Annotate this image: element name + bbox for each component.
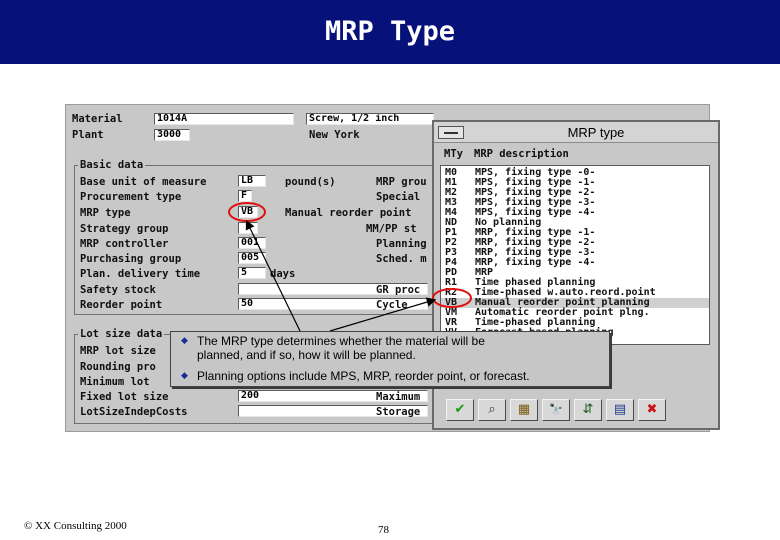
plan-delivery-time-field[interactable]: 5 [238, 267, 266, 279]
popup-title: MRP type [567, 125, 625, 140]
gr-processing-label: GR proc [376, 284, 421, 296]
purchasing-group-field[interactable]: 005 [238, 252, 266, 264]
bullet-icon: ◆ [181, 336, 188, 346]
mrp-type-list[interactable]: M0 MPS, fixing type -0- M1 MPS, fixing typ… [440, 165, 710, 345]
table-icon[interactable]: ▦ [510, 399, 538, 421]
material-field[interactable]: 1014A [154, 113, 294, 125]
vb-item-highlight [432, 288, 472, 308]
procurement-type-field[interactable]: F [238, 190, 252, 202]
print-icon[interactable]: ▤ [606, 399, 634, 421]
base-uom-label: Base unit of measure [80, 176, 207, 188]
lot-size-title: Lot size data [78, 328, 165, 340]
binoculars-icon[interactable]: 🔭 [542, 399, 570, 421]
find-icon[interactable]: ⌕ [478, 399, 506, 421]
procurement-type-label: Procurement type [80, 191, 182, 203]
plant-field[interactable]: 3000 [154, 129, 190, 141]
col-header-code: MTy [444, 148, 463, 160]
page-number: 78 [378, 524, 389, 536]
bullet-1-line-2: planned, and if so, how it will be plann… [197, 348, 416, 362]
sort-icon[interactable]: ⇵ [574, 399, 602, 421]
mrp-lot-size-label: MRP lot size [80, 345, 156, 357]
bullet-icon: ◆ [181, 371, 188, 381]
copyright-footer: © XX Consulting 2000 [24, 520, 127, 532]
mrp-type-field-highlight [228, 202, 266, 222]
base-uom-text: pound(s) [285, 176, 336, 188]
basic-data-title: Basic data [78, 159, 146, 171]
mrp-type-text: Manual reorder point [285, 207, 412, 219]
strategy-group-field[interactable] [238, 222, 258, 234]
planning-calendar-label: Planning [376, 238, 427, 250]
cycle-label: Cycle [376, 299, 408, 311]
bullet-1-line-1: The MRP type determines whether the mate… [197, 334, 485, 348]
plant-name: New York [309, 129, 360, 141]
base-uom-field[interactable]: LB [238, 175, 266, 187]
material-description: Screw, 1/2 inch [306, 113, 434, 125]
bullet-2-line-1: Planning options include MPS, MRP, reord… [197, 369, 530, 383]
mrp-type-label: MRP type [80, 207, 131, 219]
cancel-icon[interactable]: ✖ [638, 399, 666, 421]
popup-titlebar: MRP type [434, 122, 718, 143]
special-procurement-label: Special [376, 191, 421, 203]
reorder-point-label: Reorder point [80, 299, 163, 311]
rounding-profile-label: Rounding pro [80, 361, 156, 373]
maximum-stock-label: Maximum [376, 391, 421, 403]
plan-delivery-unit: days [270, 268, 296, 280]
mrp-controller-label: MRP controller [80, 238, 169, 250]
slide-title: MRP Type [324, 16, 456, 47]
sched-margin-label: Sched. m [376, 253, 427, 265]
check-icon[interactable]: ✔ [446, 399, 474, 421]
storage-costs-label: Storage [376, 406, 421, 418]
purchasing-group-label: Purchasing group [80, 253, 182, 265]
safety-stock-label: Safety stock [80, 284, 156, 296]
lot-size-indep-costs-label: LotSizeIndepCosts [80, 406, 188, 418]
plan-delivery-time-label: Plan. delivery time [80, 268, 201, 280]
material-label: Material [72, 113, 123, 125]
minimum-lot-label: Minimum lot [80, 376, 150, 388]
strategy-group-label: Strategy group [80, 223, 169, 235]
col-header-description: MRP description [474, 148, 569, 160]
mrp-group-label: MRP grou [376, 176, 427, 188]
mm-pp-status-label: MM/PP st [366, 223, 417, 235]
explanation-callout: ◆ The MRP type determines whether the ma… [170, 331, 610, 387]
fixed-lot-size-label: Fixed lot size [80, 391, 169, 403]
plant-label: Plant [72, 129, 104, 141]
mrp-controller-field[interactable]: 001 [238, 237, 266, 249]
